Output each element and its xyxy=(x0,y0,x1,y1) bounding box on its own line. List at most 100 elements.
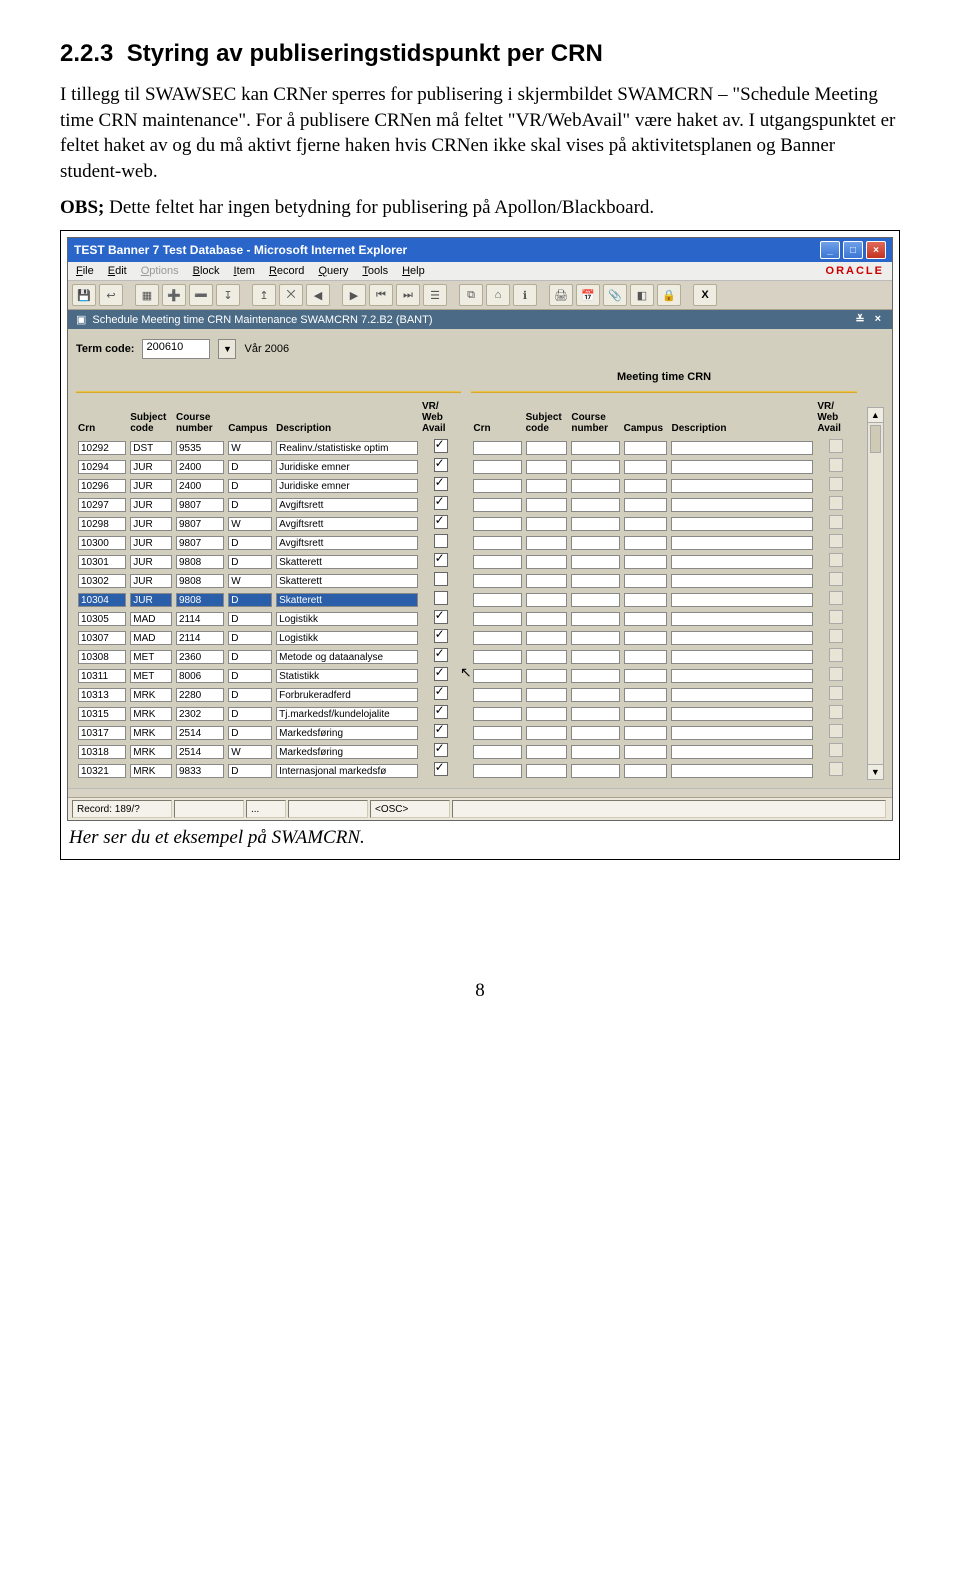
cell-course[interactable]: 8006 xyxy=(176,669,224,683)
cell-campus[interactable]: D xyxy=(228,726,272,740)
empty-cell[interactable] xyxy=(526,726,568,740)
close-button[interactable]: × xyxy=(866,241,886,259)
cell-desc[interactable]: Internasjonal markedsfø xyxy=(276,764,418,778)
cell-course[interactable]: 2302 xyxy=(176,707,224,721)
cell-subj[interactable]: JUR xyxy=(130,517,172,531)
vr-checkbox[interactable] xyxy=(434,705,448,719)
vr-checkbox[interactable] xyxy=(434,762,448,776)
cell-course[interactable]: 9807 xyxy=(176,536,224,550)
cell-subj[interactable]: JUR xyxy=(130,574,172,588)
empty-cell[interactable] xyxy=(526,707,568,721)
cell-subj[interactable]: JUR xyxy=(130,479,172,493)
empty-cell[interactable] xyxy=(671,555,813,569)
vr-checkbox[interactable] xyxy=(434,591,448,605)
cell-campus[interactable]: D xyxy=(228,707,272,721)
cell-course[interactable]: 9807 xyxy=(176,517,224,531)
vr-checkbox[interactable] xyxy=(434,458,448,472)
empty-cell[interactable] xyxy=(571,726,619,740)
cell-campus[interactable]: D xyxy=(228,764,272,778)
table-row[interactable]: 10302JUR9808WSkatterett xyxy=(76,571,461,590)
empty-cell[interactable] xyxy=(526,745,568,759)
cell-subj[interactable]: MRK xyxy=(130,688,172,702)
menu-item[interactable]: Item xyxy=(234,265,255,277)
cell-campus[interactable]: D xyxy=(228,460,272,474)
empty-cell[interactable] xyxy=(624,517,668,531)
table-row[interactable]: 10315MRK2302DTj.markedsf/kundelojalite xyxy=(76,704,461,723)
empty-cell[interactable] xyxy=(526,764,568,778)
menu-record[interactable]: Record xyxy=(269,265,304,277)
menu-tools[interactable]: Tools xyxy=(362,265,388,277)
cell-course[interactable]: 9808 xyxy=(176,555,224,569)
term-code-input[interactable]: 200610 xyxy=(142,339,210,359)
empty-cell[interactable] xyxy=(571,707,619,721)
empty-cell[interactable] xyxy=(671,479,813,493)
vr-checkbox[interactable] xyxy=(434,477,448,491)
empty-cell[interactable] xyxy=(671,764,813,778)
menu-block[interactable]: Block xyxy=(193,265,220,277)
table-row[interactable]: 10317MRK2514DMarkedsføring xyxy=(76,723,461,742)
cell-crn[interactable]: 10304 xyxy=(78,593,126,607)
cell-crn[interactable]: 10296 xyxy=(78,479,126,493)
maximize-button[interactable]: □ xyxy=(843,241,863,259)
table-row[interactable]: 10301JUR9808DSkatterett xyxy=(76,552,461,571)
empty-cell[interactable] xyxy=(571,688,619,702)
scroll-up-icon[interactable]: ▲ xyxy=(868,408,883,423)
cell-subj[interactable]: JUR xyxy=(130,460,172,474)
empty-cell[interactable] xyxy=(473,555,521,569)
cell-subj[interactable]: MAD xyxy=(130,631,172,645)
cell-crn[interactable]: 10307 xyxy=(78,631,126,645)
empty-cell[interactable] xyxy=(571,460,619,474)
empty-cell[interactable] xyxy=(571,574,619,588)
empty-cell[interactable] xyxy=(526,669,568,683)
save-icon[interactable]: 💾 xyxy=(72,284,96,306)
table-row[interactable] xyxy=(471,533,856,552)
table-row[interactable]: 10300JUR9807DAvgiftsrett xyxy=(76,533,461,552)
cancel-query-icon[interactable]: ⨉ xyxy=(279,284,303,306)
empty-cell[interactable] xyxy=(473,441,521,455)
empty-cell[interactable] xyxy=(671,669,813,683)
table-row[interactable] xyxy=(471,514,856,533)
cell-subj[interactable]: DST xyxy=(130,441,172,455)
enter-query-icon[interactable]: ↧ xyxy=(216,284,240,306)
cell-campus[interactable]: D xyxy=(228,555,272,569)
vr-checkbox[interactable] xyxy=(434,667,448,681)
empty-cell[interactable] xyxy=(624,441,668,455)
cell-crn[interactable]: 10308 xyxy=(78,650,126,664)
empty-cell[interactable] xyxy=(624,555,668,569)
vertical-scrollbar[interactable]: ▲ ▼ xyxy=(867,407,884,780)
empty-cell[interactable] xyxy=(624,650,668,664)
help-icon[interactable]: ℹ xyxy=(513,284,537,306)
empty-cell[interactable] xyxy=(571,498,619,512)
vr-checkbox[interactable] xyxy=(434,572,448,586)
next-block-icon[interactable]: ⏭ xyxy=(396,284,420,306)
empty-cell[interactable] xyxy=(473,688,521,702)
empty-cell[interactable] xyxy=(571,441,619,455)
empty-cell[interactable] xyxy=(671,536,813,550)
empty-cell[interactable] xyxy=(624,460,668,474)
cell-campus[interactable]: D xyxy=(228,593,272,607)
empty-cell[interactable] xyxy=(526,574,568,588)
cell-subj[interactable]: MAD xyxy=(130,612,172,626)
list-icon[interactable]: ⧉ xyxy=(459,284,483,306)
cell-desc[interactable]: Juridiske emner xyxy=(276,479,418,493)
cell-crn[interactable]: 10311 xyxy=(78,669,126,683)
cell-desc[interactable]: Forbrukeradferd xyxy=(276,688,418,702)
empty-cell[interactable] xyxy=(571,650,619,664)
lock-icon[interactable]: 🔒 xyxy=(657,284,681,306)
menu-options[interactable]: Options xyxy=(141,265,179,277)
cell-campus[interactable]: W xyxy=(228,441,272,455)
cell-campus[interactable]: D xyxy=(228,498,272,512)
cell-desc[interactable]: Juridiske emner xyxy=(276,460,418,474)
cell-desc[interactable]: Skatterett xyxy=(276,574,418,588)
empty-cell[interactable] xyxy=(624,745,668,759)
empty-cell[interactable] xyxy=(473,631,521,645)
empty-cell[interactable] xyxy=(473,479,521,493)
empty-cell[interactable] xyxy=(671,593,813,607)
table-row[interactable] xyxy=(471,628,856,647)
empty-cell[interactable] xyxy=(526,517,568,531)
empty-cell[interactable] xyxy=(624,631,668,645)
cell-course[interactable]: 2280 xyxy=(176,688,224,702)
table-row[interactable]: 10321MRK9833DInternasjonal markedsfø xyxy=(76,761,461,780)
cell-crn[interactable]: 10302 xyxy=(78,574,126,588)
vr-checkbox[interactable] xyxy=(434,648,448,662)
